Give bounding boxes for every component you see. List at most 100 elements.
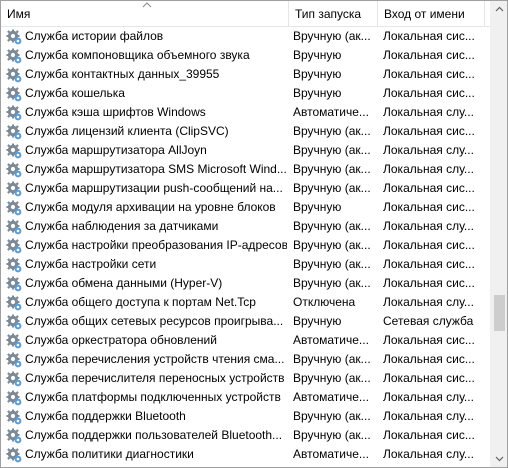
service-row[interactable]: Служба общих сетевых ресурсов проигрыва.…	[1, 312, 490, 331]
service-row[interactable]: Служба обмена данными (Hyper-V) Вручную (…	[1, 274, 490, 293]
scroll-down-button[interactable]	[491, 450, 507, 467]
service-row[interactable]: Служба политики диагностики Автоматиче...…	[1, 445, 490, 464]
service-row[interactable]: Служба маршрутизации push-сообщений на..…	[1, 179, 490, 198]
service-name: Служба компоновщика объемного звука	[25, 48, 250, 62]
service-startup-type: Вручную	[293, 86, 342, 100]
service-log-on-as: Сетевая служба	[383, 314, 474, 328]
service-row[interactable]: Служба лицензий клиента (ClipSVC) Вручную…	[1, 122, 490, 141]
service-log-on-as: Локальная сис...	[383, 124, 475, 138]
scrollbar-thumb[interactable]	[494, 295, 505, 331]
column-divider[interactable]	[484, 1, 485, 26]
service-log-on-as: Локальная сис...	[383, 352, 475, 366]
column-header-bar: Имя Тип запуска Вход от имени	[1, 1, 490, 27]
service-row[interactable]: Служба общего доступа к портам Net.Tcp От…	[1, 293, 490, 312]
service-gear-icon	[6, 390, 22, 406]
service-gear-icon	[6, 105, 22, 121]
vertical-scrollbar[interactable]	[490, 1, 507, 467]
column-header-name-label: Имя	[7, 7, 31, 21]
service-row[interactable]: Служба компоновщика объемного звука Вручн…	[1, 46, 490, 65]
service-startup-type: Вручную (ак...	[293, 238, 371, 252]
service-log-on-as: Локальная сис...	[383, 257, 475, 271]
service-log-on-as: Локальная слу...	[383, 162, 474, 176]
service-startup-type: Вручную (ак...	[293, 409, 371, 423]
service-log-on-as: Локальная сис...	[383, 48, 475, 62]
service-row[interactable]: Служба настройки преобразования IP-адрес…	[1, 236, 490, 255]
service-gear-icon	[6, 181, 22, 197]
service-name: Служба контактных данных_39955	[25, 67, 220, 81]
service-startup-type: Вручную (ак...	[293, 124, 371, 138]
service-name: Служба настройки преобразования IP-адрес…	[25, 238, 287, 252]
service-gear-icon	[6, 333, 22, 349]
service-startup-type: Вручную (ак...	[293, 371, 371, 385]
service-row[interactable]: Служба контактных данных_39955 Вручную Лок…	[1, 65, 490, 84]
service-startup-type: Вручную (ак...	[293, 428, 371, 442]
service-startup-type: Вручную	[293, 67, 342, 81]
service-row[interactable]: Служба наблюдения за датчиками Вручную (а…	[1, 217, 490, 236]
service-row[interactable]: Служба оркестратора обновлений Автоматиче…	[1, 331, 490, 350]
service-gear-icon	[6, 29, 22, 45]
service-startup-type: Вручную (ак...	[293, 29, 371, 43]
service-name: Служба поддержки Bluetooth	[25, 409, 186, 423]
service-startup-type: Вручную (ак...	[293, 352, 371, 366]
service-row[interactable]: Служба истории файлов Вручную (ак... Локал…	[1, 27, 490, 46]
service-startup-type: Вручную	[293, 48, 342, 62]
service-gear-icon	[6, 200, 22, 216]
service-gear-icon	[6, 143, 22, 159]
arrow-down-icon	[495, 456, 504, 462]
service-row[interactable]: Служба кошелька Вручную Локальная сис...	[1, 84, 490, 103]
service-name: Служба модуля архивации на уровне блоков	[25, 200, 276, 214]
service-log-on-as: Локальная сис...	[383, 67, 475, 81]
service-gear-icon	[6, 352, 22, 368]
service-name: Служба оркестратора обновлений	[25, 333, 217, 347]
services-rows: Служба истории файлов Вручную (ак... Локал…	[1, 27, 490, 467]
service-name: Служба маршрутизатора AllJoyn	[25, 143, 207, 157]
service-row[interactable]: Служба платформы подключенных устройств А…	[1, 388, 490, 407]
service-name: Служба поддержки пользователей Bluetooth…	[25, 428, 283, 442]
column-header-log-on-as[interactable]: Вход от имени	[378, 1, 484, 26]
service-name: Служба маршрутизатора SMS Microsoft Wind…	[25, 162, 287, 176]
service-name: Служба лицензий клиента (ClipSVC)	[25, 124, 229, 138]
service-log-on-as: Локальная сис...	[383, 86, 475, 100]
service-gear-icon	[6, 257, 22, 273]
service-startup-type: Вручную (ак...	[293, 219, 371, 233]
service-row[interactable]: Служба поддержки пользователей Bluetooth…	[1, 426, 490, 445]
service-startup-type: Вручную (ак...	[293, 276, 371, 290]
service-startup-type: Вручную (ак...	[293, 181, 371, 195]
service-gear-icon	[6, 219, 22, 235]
service-gear-icon	[6, 295, 22, 311]
service-log-on-as: Локальная слу...	[383, 143, 474, 157]
column-header-startup-type-label: Тип запуска	[295, 7, 362, 21]
service-name: Служба кэша шрифтов Windows	[25, 105, 206, 119]
column-header-startup-type[interactable]: Тип запуска	[289, 1, 377, 26]
service-log-on-as: Локальная слу...	[383, 447, 474, 461]
service-startup-type: Автоматиче...	[293, 105, 369, 119]
service-log-on-as: Локальная сис...	[383, 200, 475, 214]
service-gear-icon	[6, 276, 22, 292]
service-gear-icon	[6, 124, 22, 140]
service-row[interactable]: Служба поддержки Bluetooth Вручную (ак...…	[1, 407, 490, 426]
service-name: Служба настройки сети	[25, 257, 157, 271]
service-startup-type: Автоматиче...	[293, 447, 369, 461]
service-name: Служба истории файлов	[25, 29, 164, 43]
service-row[interactable]: Служба кэша шрифтов Windows Автоматиче...…	[1, 103, 490, 122]
scroll-up-button[interactable]	[491, 1, 507, 18]
service-row[interactable]: Служба маршрутизатора AllJoyn Вручную (ак…	[1, 141, 490, 160]
service-name: Служба политики диагностики	[25, 447, 194, 461]
service-log-on-as: Локальная слу...	[383, 295, 474, 309]
service-row[interactable]: Служба модуля архивации на уровне блоков…	[1, 198, 490, 217]
service-row[interactable]: Служба маршрутизатора SMS Microsoft Wind…	[1, 160, 490, 179]
service-row[interactable]: Служба настройки сети Вручную (ак... Локал…	[1, 255, 490, 274]
service-name: Служба перечислителя переносных устройст…	[25, 371, 285, 385]
service-startup-type: Отключена	[293, 295, 356, 309]
service-gear-icon	[6, 447, 22, 463]
service-startup-type: Автоматиче...	[293, 333, 369, 347]
service-log-on-as: Локальная сис...	[383, 181, 475, 195]
service-row[interactable]: Служба перечислителя переносных устройст…	[1, 369, 490, 388]
arrow-up-icon	[495, 6, 504, 12]
sort-up-icon	[142, 2, 152, 8]
service-row[interactable]: Служба перечисления устройств чтения сма…	[1, 350, 490, 369]
service-log-on-as: Локальная сис...	[383, 276, 475, 290]
service-log-on-as: Локальная слу...	[383, 105, 474, 119]
service-name: Служба маршрутизации push-сообщений на..…	[25, 181, 283, 195]
service-name: Служба общего доступа к портам Net.Tcp	[25, 295, 256, 309]
